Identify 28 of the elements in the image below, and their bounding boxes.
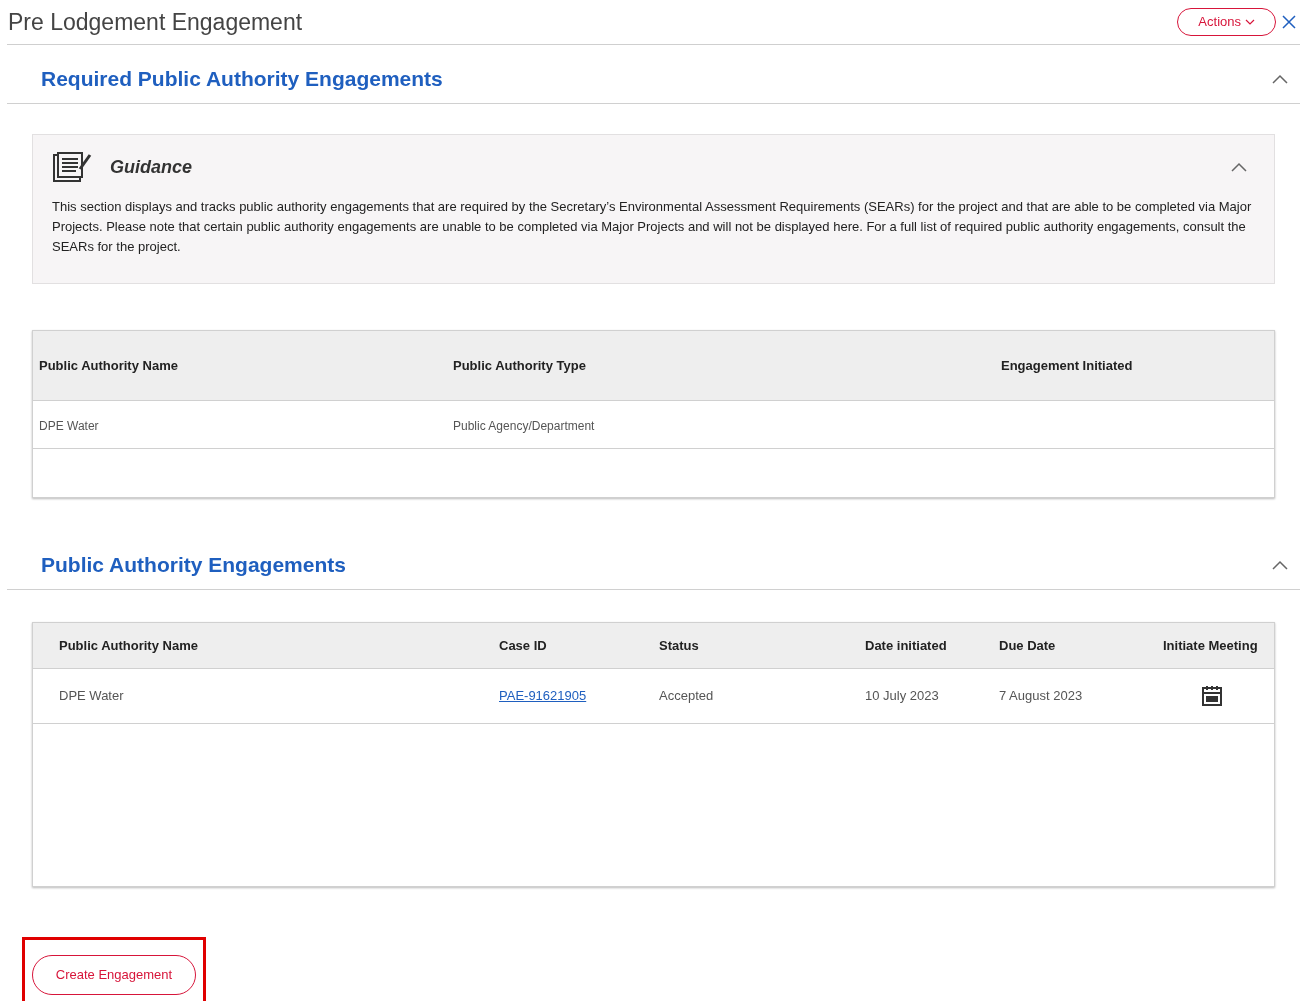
table-cell: 7 August 2023 bbox=[999, 688, 1083, 704]
document-icon bbox=[52, 151, 92, 183]
column-header: Status bbox=[659, 636, 700, 655]
section-title: Public Authority Engagements bbox=[41, 551, 346, 578]
calendar-icon[interactable] bbox=[1200, 685, 1223, 707]
column-header: Public Authority Name bbox=[59, 636, 199, 655]
section-title: Required Public Authority Engagements bbox=[41, 65, 443, 92]
case-id-link[interactable]: PAE-91621905 bbox=[499, 688, 587, 704]
close-icon[interactable] bbox=[1282, 15, 1296, 29]
caret-icon bbox=[1245, 19, 1255, 25]
table-cell: 10 July 2023 bbox=[865, 688, 939, 704]
column-header: Case ID bbox=[499, 636, 548, 655]
column-header: Engagement Initiated bbox=[1001, 356, 1134, 375]
table-cell: DPE Water bbox=[39, 418, 99, 433]
guidance-text: This section displays and tracks public authority engagements that are required by the Secretary’s Environmental Assessment Requirements (SEARs) for the project and that are able to be completed via Major Projects. Please note that certain public authority engagements are unable to be completed via Major Projects and will not be displayed here. For a full list of required public authority engagements, consult the SEARs for the project. bbox=[52, 198, 1253, 256]
collapse-icon[interactable] bbox=[1272, 73, 1288, 84]
column-header: Date initiated bbox=[865, 636, 948, 655]
table-cell: Public Agency/Department bbox=[453, 418, 595, 433]
column-header: Public Authority Name bbox=[39, 356, 179, 375]
collapse-icon[interactable] bbox=[1231, 162, 1247, 172]
column-header: Public Authority Type bbox=[453, 356, 587, 375]
collapse-icon[interactable] bbox=[1272, 559, 1288, 570]
column-header: Initiate Meeting bbox=[1163, 636, 1259, 655]
table-cell: Accepted bbox=[659, 688, 714, 704]
page-title: Pre Lodgement Engagement bbox=[7, 7, 303, 37]
table-cell: DPE Water bbox=[59, 688, 124, 704]
guidance-title: Guidance bbox=[110, 155, 193, 179]
column-header: Due Date bbox=[999, 636, 1057, 655]
